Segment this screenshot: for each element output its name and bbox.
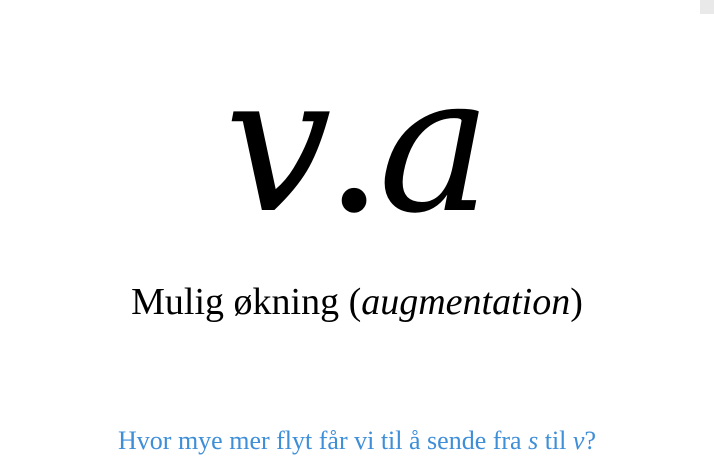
corner-mark bbox=[700, 0, 714, 14]
formula-caption: Mulig økning (augmentation) bbox=[0, 280, 714, 324]
formula-right-symbol: a bbox=[378, 34, 491, 255]
question-part-1: Hvor mye mer flyt får vi til å sende fra bbox=[118, 426, 529, 455]
formula-heading: v.a bbox=[0, 50, 714, 240]
formula-left-symbol: v bbox=[224, 34, 331, 255]
formula-operator: . bbox=[323, 34, 385, 255]
question-target-var: v bbox=[572, 426, 585, 455]
question-part-2: til bbox=[538, 426, 573, 455]
question-source-var: s bbox=[528, 426, 539, 455]
caption-term: augmentation bbox=[361, 281, 571, 323]
caption-text: Mulig økning ( bbox=[131, 281, 362, 323]
question-part-3: ? bbox=[584, 426, 596, 455]
caption-close: ) bbox=[570, 281, 583, 323]
question-text: Hvor mye mer flyt får vi til å sende fra… bbox=[0, 426, 714, 456]
